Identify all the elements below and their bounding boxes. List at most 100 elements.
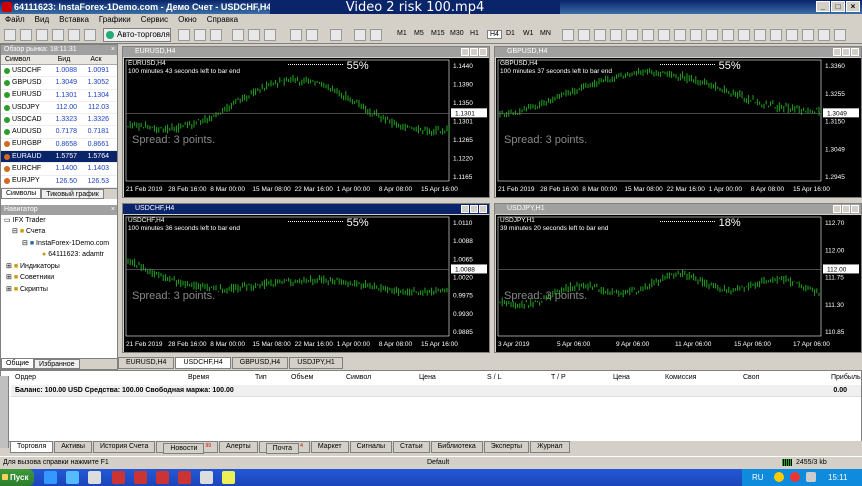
arrow-up-icon[interactable] (754, 29, 766, 41)
price-chart[interactable]: 1.1440 1.1390 1.1350 1.1301 1.1265 1.1220 1.11… (124, 58, 489, 197)
market-watch-row[interactable]: USDCHF 1.0088 1.0091 (1, 65, 117, 78)
tf-w1[interactable]: W1 (523, 30, 534, 37)
terminal-app-icon[interactable] (156, 471, 169, 484)
maximize-icon[interactable] (470, 48, 478, 56)
channel-icon[interactable] (690, 29, 702, 41)
window-icon[interactable] (200, 471, 213, 484)
cursor-icon[interactable] (562, 29, 574, 41)
minimize-icon[interactable] (461, 48, 469, 56)
chart-window-header[interactable]: EURUSD,H4 (123, 47, 489, 57)
col-tp[interactable]: T / P (551, 374, 566, 381)
horizontal-line-icon[interactable] (610, 29, 622, 41)
chart-canvas[interactable]: 1.0110 1.0088 1.0065 1.0020 0.9975 0.9930 0.98… (124, 215, 489, 352)
tab-favorites[interactable]: Избранное (34, 359, 80, 369)
candle-chart-icon[interactable] (194, 29, 206, 41)
col-symbol[interactable]: Символ (1, 55, 47, 64)
maximize-icon[interactable] (470, 205, 478, 213)
ie-icon[interactable] (44, 471, 57, 484)
market-watch-row[interactable]: EURAUD 1.5757 1.5764 (1, 151, 117, 164)
tile-windows-icon[interactable] (264, 29, 276, 41)
nav-indicators[interactable]: ⊞ ■ Индикаторы (4, 261, 117, 273)
tab-journal[interactable]: Журнал (530, 441, 570, 453)
folder-icon[interactable] (222, 471, 235, 484)
terminal-app-icon[interactable] (178, 471, 191, 484)
data-window-icon[interactable] (52, 29, 64, 41)
new-chart-icon[interactable] (4, 29, 16, 41)
vertical-line-icon[interactable] (594, 29, 606, 41)
minimize-icon[interactable] (833, 205, 841, 213)
col-price[interactable]: Цена (419, 374, 436, 381)
tab-signals[interactable]: Сигналы (349, 441, 392, 453)
price-chart[interactable]: 1.3360 1.3255 1.3150 1.3049 1.2945 1.3049 21 F… (496, 58, 861, 197)
arrow-down-icon[interactable] (770, 29, 782, 41)
price-label-icon[interactable] (834, 29, 846, 41)
navigator-icon[interactable] (68, 29, 80, 41)
close-button[interactable]: × (846, 1, 860, 12)
tab-library[interactable]: Библиотека (430, 441, 483, 453)
col-volume[interactable]: Объем (291, 374, 313, 381)
terminal-side-tab[interactable] (0, 376, 9, 448)
nav-root[interactable]: ▭ IFX Trader (4, 215, 117, 227)
tab-exposure[interactable]: Активы (54, 441, 92, 453)
tf-h4[interactable]: H4 (487, 30, 502, 39)
menu-help[interactable]: Справка (202, 14, 243, 25)
tf-h1[interactable]: H1 (470, 30, 479, 37)
window-icon[interactable] (88, 471, 101, 484)
stop-sign-icon[interactable] (786, 29, 798, 41)
tf-d1[interactable]: D1 (506, 30, 515, 37)
market-watch-row[interactable]: USDJPY 112.00 112.03 (1, 102, 117, 115)
close-icon[interactable] (851, 205, 859, 213)
menu-file[interactable]: Файл (0, 14, 30, 25)
chart-window-header[interactable]: USDJPY,H1 (495, 204, 861, 214)
col-sl[interactable]: S / L (487, 374, 501, 381)
maximize-icon[interactable] (842, 205, 850, 213)
col-bid[interactable]: Бид (47, 55, 81, 64)
col-price-current[interactable]: Цена (613, 374, 630, 381)
volume-icon[interactable] (806, 472, 816, 482)
col-profit[interactable]: Прибыль (831, 374, 861, 381)
terminal-icon[interactable] (84, 29, 96, 41)
price-chart[interactable]: 1.0110 1.0088 1.0065 1.0020 0.9975 0.9930 0.98… (124, 215, 489, 352)
indicators-icon[interactable] (330, 29, 342, 41)
tab-news[interactable]: Новости 99 (156, 441, 219, 455)
autotrade-button[interactable]: Авто-торговля (103, 28, 171, 42)
nav-scripts[interactable]: ⊞ ■ Скрипты (4, 284, 117, 296)
nav-experts[interactable]: ⊞ ■ Советники (4, 272, 117, 284)
trendline-icon[interactable] (626, 29, 638, 41)
templates-icon[interactable] (370, 29, 382, 41)
tab-symbols[interactable]: Символы (1, 188, 42, 199)
tf-m5[interactable]: M5 (414, 30, 424, 37)
zoom-in-icon[interactable] (232, 29, 244, 41)
market-watch-row[interactable]: EURGBP 0.8658 0.8661 (1, 139, 117, 152)
close-icon[interactable] (479, 48, 487, 56)
nav-server[interactable]: ⊟ ■ InstaForex-1Demo.com (4, 238, 117, 250)
tray-icon[interactable] (790, 472, 800, 482)
chart-canvas[interactable]: 1.1440 1.1390 1.1350 1.1301 1.1265 1.1220 1.11… (124, 58, 489, 197)
periods-icon[interactable] (354, 29, 366, 41)
market-watch-row[interactable]: USDCAD 1.3323 1.3326 (1, 114, 117, 127)
col-ask[interactable]: Аск (81, 55, 111, 64)
zoom-out-icon[interactable] (248, 29, 260, 41)
chart-window-gbpusd[interactable]: GBPUSD,H4 1.3360 1.3255 1.3150 1.3049 1.2945 1… (494, 46, 862, 198)
chart-window-eurusd[interactable]: EURUSD,H4 1.1440 1.1390 1.1350 1.1301 1.1265 1… (122, 46, 490, 198)
minimize-button[interactable]: _ (816, 1, 830, 12)
close-icon[interactable] (851, 48, 859, 56)
tf-m15[interactable]: M15 (431, 30, 445, 37)
tray-icon[interactable] (774, 472, 784, 482)
menu-tools[interactable]: Сервис (136, 14, 173, 25)
tab-trade[interactable]: Торговля (10, 441, 54, 453)
col-time[interactable]: Время (188, 374, 209, 381)
bar-chart-icon[interactable] (178, 29, 190, 41)
pencil-icon[interactable] (818, 29, 830, 41)
tab-experts[interactable]: Эксперты (483, 441, 530, 453)
tab-market[interactable]: Маркет (310, 441, 349, 453)
crosshair-icon[interactable] (578, 29, 590, 41)
market-watch-row[interactable]: GBPUSD 1.3049 1.3052 (1, 77, 117, 90)
chart-shift-icon[interactable] (306, 29, 318, 41)
ellipse-icon[interactable] (658, 29, 670, 41)
autoscroll-icon[interactable] (290, 29, 302, 41)
chart-canvas[interactable]: 112.70 112.00 111.75 111.30 110.85 112.00 3 Ap… (496, 215, 861, 352)
col-type[interactable]: Тип (255, 374, 267, 381)
chart-window-header[interactable]: GBPUSD,H4 (495, 47, 861, 57)
maximize-button[interactable]: □ (831, 1, 845, 12)
